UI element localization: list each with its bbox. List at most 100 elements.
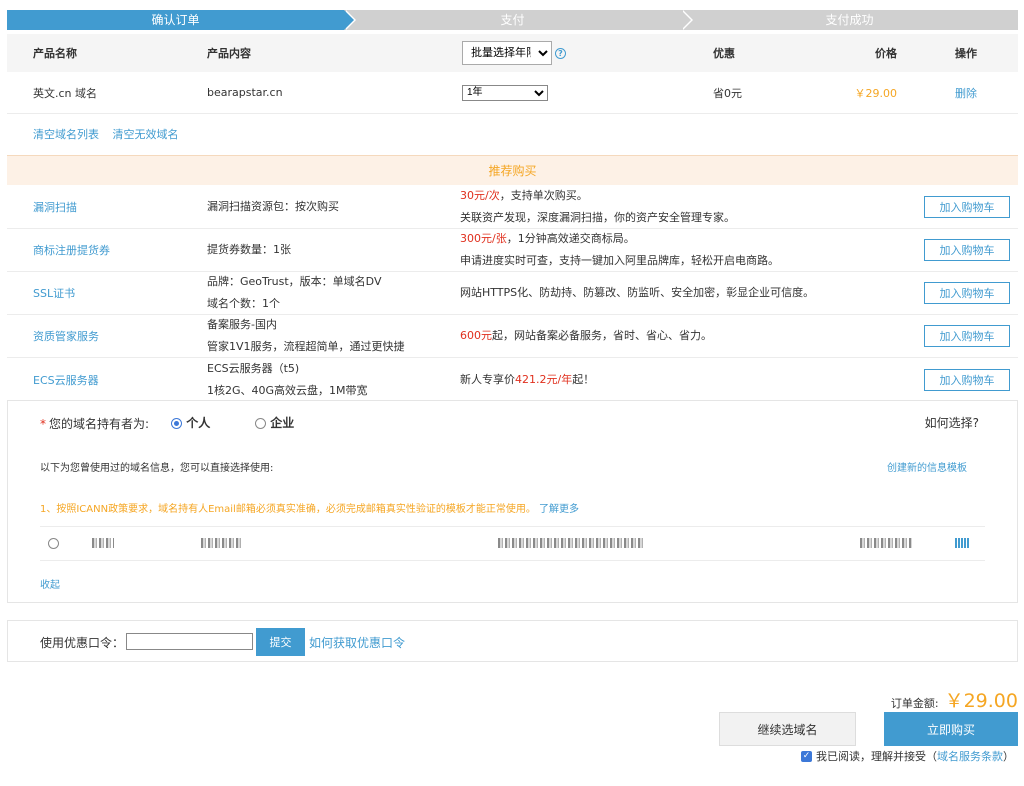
coupon-submit-button[interactable]: 提交 bbox=[256, 628, 305, 656]
delete-link[interactable]: 删除 bbox=[952, 72, 980, 113]
row-price: ￥29.00 bbox=[854, 86, 898, 100]
row-name: 英文.cn 域名 bbox=[33, 86, 98, 100]
recommend-detail: 品牌：GeoTrust，版本：单域名DV 域名个数：1个 bbox=[207, 272, 381, 314]
detail-line: 提货券数量：1张 bbox=[207, 243, 291, 256]
checkout-steps: 确认订单 支付 支付成功 bbox=[7, 10, 1018, 30]
row-discount: 省0元 bbox=[713, 86, 742, 100]
price-prefix: 新人专享价 bbox=[460, 372, 515, 386]
continue-selecting-button[interactable]: 继续选域名 bbox=[719, 712, 856, 746]
row-content: bearapstar.cn bbox=[207, 86, 283, 99]
step-label: 确认订单 bbox=[151, 13, 200, 27]
add-to-cart-button[interactable]: 加入购物车 bbox=[924, 239, 1010, 261]
warning-text: 1、按照ICANN政策要求，域名持有人Email邮箱必须真实准确，必须完成邮箱真… bbox=[40, 504, 536, 515]
price-red: 30元/次 bbox=[460, 189, 500, 202]
add-to-cart-button[interactable]: 加入购物车 bbox=[924, 325, 1010, 347]
detail-line: 备案服务-国内 bbox=[207, 318, 277, 331]
agreement: ✓ 我已阅读，理解并接受 （ 域名服务条款 ） bbox=[801, 748, 1014, 764]
create-template-link[interactable]: 创建新的信息模板 bbox=[887, 459, 967, 474]
product-table: 产品名称 产品内容 批量选择年限 ? 优惠 价格 操作 英文.cn 域名 bea… bbox=[7, 34, 1018, 114]
redacted-link[interactable] bbox=[955, 538, 970, 548]
year-select[interactable]: 1年 bbox=[462, 84, 548, 101]
detail-line: 域名个数：1个 bbox=[207, 297, 280, 310]
header-discount: 优惠 bbox=[713, 47, 735, 60]
icann-warning: 1、按照ICANN政策要求，域名持有人Email邮箱必须真实准确，必须完成邮箱真… bbox=[40, 500, 579, 515]
recommend-desc: 300元/张，1分钟高效递交商标局。 申请进度实时可查，支持一键加入阿里品牌库，… bbox=[460, 229, 779, 271]
step-payment: 支付 bbox=[344, 10, 693, 30]
total-value: ￥29.00 bbox=[944, 690, 1018, 712]
detail-line: 1核2G、40G高效云盘，1M带宽 bbox=[207, 383, 368, 397]
recommend-desc: 新人专享价421.2元/年起！ bbox=[460, 358, 594, 401]
recommend-row: SSL证书 品牌：GeoTrust，版本：单域名DV 域名个数：1个 网站HTT… bbox=[7, 272, 1018, 315]
desc-text: 起！ bbox=[572, 372, 595, 386]
desc-line: 600元起，网站备案必备服务，省时、省心、省力。 bbox=[460, 325, 712, 347]
price-red: 421.2元/年 bbox=[515, 372, 573, 386]
table-row: 英文.cn 域名 bearapstar.cn 1年 省0元 ￥29.00 删除 bbox=[7, 72, 1018, 114]
terms-paren: （ bbox=[926, 750, 937, 763]
collapse-link[interactable]: 收起 bbox=[40, 576, 60, 591]
detail-line: 管家1V1服务，流程超简单，通过更快捷 bbox=[207, 340, 405, 353]
help-icon[interactable]: ? bbox=[555, 47, 566, 59]
required-star: * bbox=[40, 417, 46, 431]
clear-list-link[interactable]: 清空域名列表 bbox=[33, 128, 99, 141]
desc-text: 起，网站备案必备服务，省时、省心、省力。 bbox=[492, 329, 712, 342]
recommend-name[interactable]: 资质管家服务 bbox=[33, 315, 99, 357]
recommend-row: ECS云服务器 ECS云服务器（t5) 1核2G、40G高效云盘，1M带宽 新人… bbox=[7, 358, 1018, 401]
buy-now-button[interactable]: 立即购买 bbox=[884, 712, 1018, 746]
domain-holder-panel: * 您的域名持有者为: 个人 企业 如何选择? 以下为您曾使用过的域名信息，您可以… bbox=[7, 400, 1018, 603]
recommend-name[interactable]: 漏洞扫描 bbox=[33, 186, 77, 228]
step-success: 支付成功 bbox=[681, 10, 1018, 30]
learn-more-link[interactable]: 了解更多 bbox=[539, 504, 579, 515]
agree-text: 我已阅读，理解并接受 bbox=[816, 750, 926, 763]
order-total: 订单金额: ￥29.00 bbox=[891, 686, 1018, 713]
coupon-label: 使用优惠口令： bbox=[40, 636, 125, 650]
desc-line: 申请进度实时可查，支持一键加入阿里品牌库，轻松开启电商路。 bbox=[460, 254, 779, 267]
recommend-desc: 600元起，网站备案必备服务，省时、省心、省力。 bbox=[460, 315, 712, 357]
redacted-text bbox=[201, 538, 243, 548]
price-red: 600元 bbox=[460, 329, 492, 342]
recommend-detail: 漏洞扫描资源包：按次购买 bbox=[207, 186, 339, 228]
holder-option-company[interactable]: 企业 bbox=[255, 414, 294, 431]
recommend-row: 商标注册提货券 提货券数量：1张 300元/张，1分钟高效递交商标局。 申请进度… bbox=[7, 229, 1018, 272]
holder-option-personal[interactable]: 个人 bbox=[171, 414, 210, 431]
terms-link[interactable]: 域名服务条款 bbox=[937, 748, 1003, 764]
radio-unchecked-icon[interactable] bbox=[255, 418, 266, 429]
desc-text: ，1分钟高效递交商标局。 bbox=[506, 232, 635, 245]
coupon-input[interactable] bbox=[126, 633, 253, 650]
clear-invalid-link[interactable]: 清空无效域名 bbox=[113, 128, 179, 141]
redacted-text bbox=[92, 538, 114, 548]
recommend-desc: 网站HTTPS化、防劫持、防篡改、防监听、安全加密，彰显企业可信度。 bbox=[460, 272, 814, 314]
batch-year-select[interactable]: 批量选择年限 bbox=[462, 41, 552, 65]
total-label: 订单金额: bbox=[890, 697, 939, 710]
recommend-header: 推荐购买 bbox=[7, 155, 1018, 185]
radio-checked-icon[interactable] bbox=[171, 418, 182, 429]
header-price: 价格 bbox=[875, 47, 897, 60]
add-to-cart-button[interactable]: 加入购物车 bbox=[924, 282, 1010, 304]
add-to-cart-button[interactable]: 加入购物车 bbox=[924, 368, 1010, 391]
redacted-text bbox=[860, 538, 912, 548]
terms-paren: ） bbox=[1003, 750, 1014, 763]
recommend-desc: 30元/次，支持单次购买。 关联资产发现，深度漏洞扫描，你的资产安全管理专家。 bbox=[460, 186, 735, 228]
row-years: 1年 bbox=[462, 72, 548, 113]
step-confirm-order: 确认订单 bbox=[7, 10, 356, 30]
how-to-get-coupon-link[interactable]: 如何获取优惠口令 bbox=[309, 634, 405, 651]
checkbox-checked-icon[interactable]: ✓ bbox=[801, 750, 812, 762]
how-to-choose[interactable]: 如何选择? bbox=[925, 414, 979, 431]
option-label: 个人 bbox=[186, 416, 211, 430]
add-to-cart-button[interactable]: 加入购物车 bbox=[924, 196, 1010, 218]
holder-label: * 您的域名持有者为: bbox=[40, 415, 149, 432]
header-content: 产品内容 bbox=[207, 47, 251, 60]
recommend-name[interactable]: SSL证书 bbox=[33, 272, 75, 314]
template-radio-icon[interactable] bbox=[48, 538, 59, 549]
recommend-name[interactable]: ECS云服务器 bbox=[33, 358, 99, 401]
desc-text: ，支持单次购买。 bbox=[499, 189, 588, 202]
table-header: 产品名称 产品内容 批量选择年限 ? 优惠 价格 操作 bbox=[7, 34, 1018, 72]
clear-links: 清空域名列表 清空无效域名 bbox=[33, 126, 189, 142]
desc-line: 新人专享价421.2元/年起！ bbox=[460, 369, 594, 391]
recommend-detail: 提货券数量：1张 bbox=[207, 229, 291, 271]
recommend-name[interactable]: 商标注册提货券 bbox=[33, 229, 110, 271]
holder-info-text: 以下为您曾使用过的域名信息，您可以直接选择使用: bbox=[40, 463, 274, 474]
option-label: 企业 bbox=[270, 416, 295, 430]
detail-line: 品牌：GeoTrust，版本：单域名DV bbox=[207, 275, 382, 288]
desc-line: 30元/次，支持单次购买。 bbox=[460, 185, 735, 207]
redacted-text bbox=[498, 538, 643, 548]
